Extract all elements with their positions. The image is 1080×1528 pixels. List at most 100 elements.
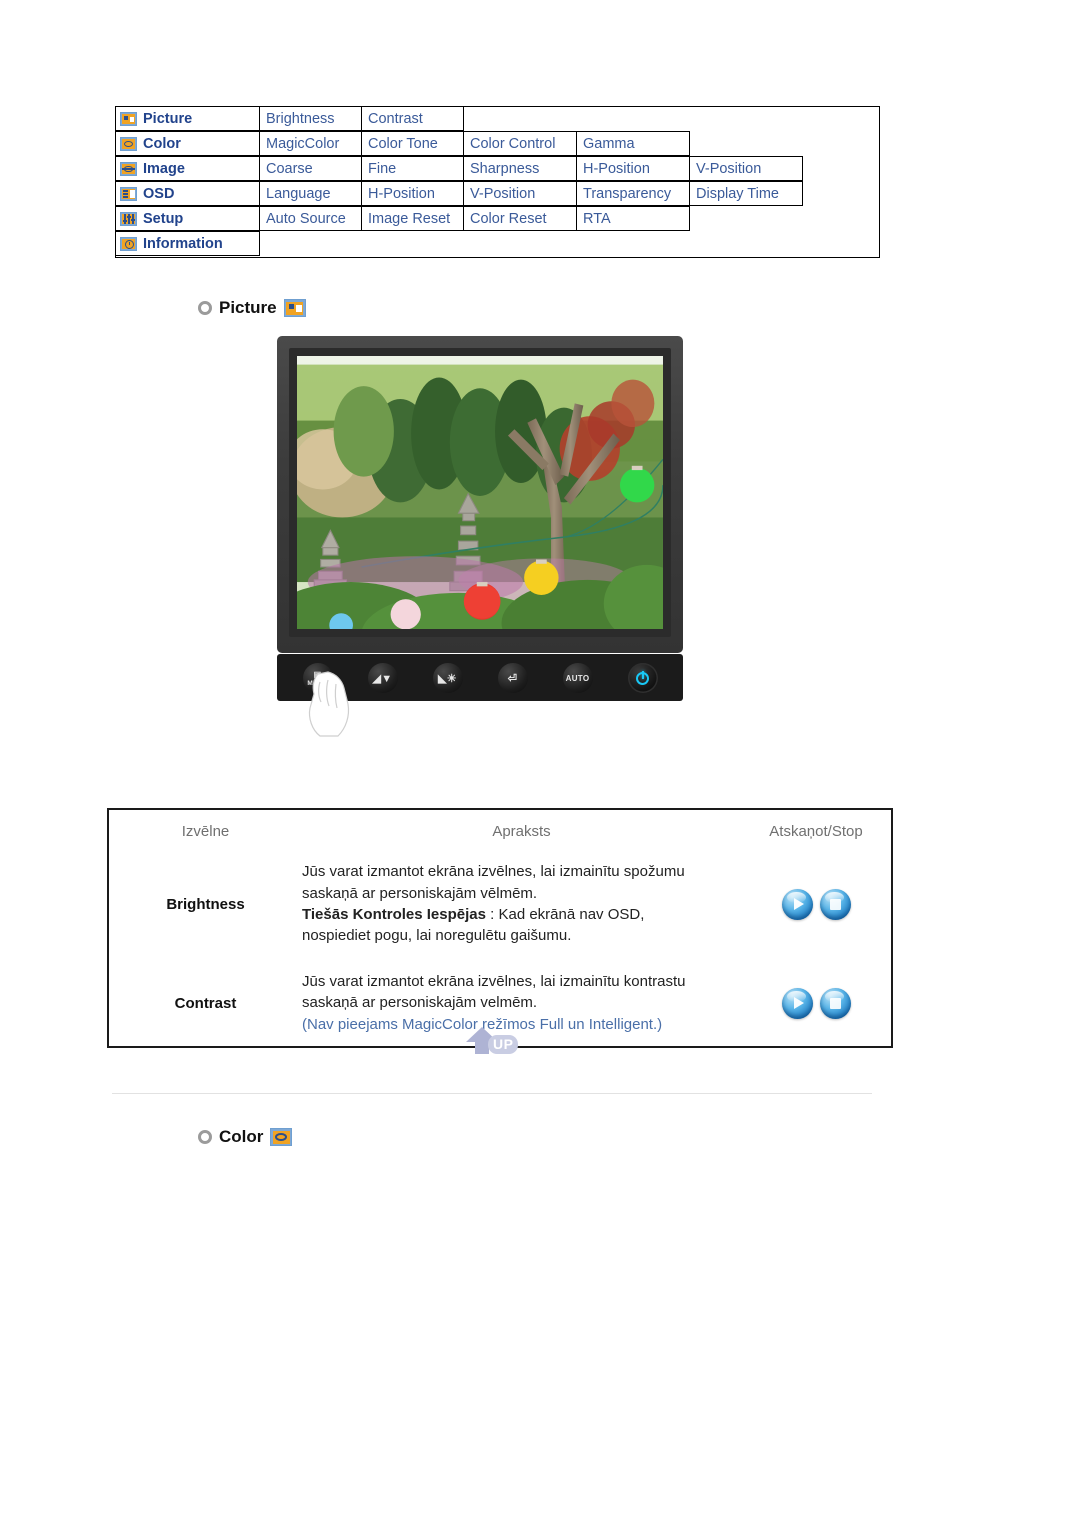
- auto-button[interactable]: AUTO: [562, 663, 593, 693]
- picture-icon: [120, 111, 137, 126]
- power-button[interactable]: [627, 663, 658, 693]
- down-arrow-icon: ◢▼: [372, 672, 393, 685]
- monitor-button-row: ▤ MENU ◢▼ ◣☀ ⏎ AUTO: [285, 658, 675, 698]
- menu-item-color-tone[interactable]: Color Tone: [361, 131, 464, 156]
- down-button[interactable]: ◢▼: [367, 663, 398, 693]
- desc-line: nospiediet pogu, lai noregulētu gaišumu.: [302, 927, 572, 945]
- menu-item-contrast[interactable]: Contrast: [361, 106, 464, 131]
- menu-group-label: Picture: [143, 110, 193, 127]
- play-icon[interactable]: [781, 888, 813, 920]
- menu-item-magiccolor[interactable]: MagicColor: [259, 131, 362, 156]
- section-divider: [112, 1093, 872, 1094]
- table-row: OSD Language H-Position V-Position Trans…: [115, 181, 879, 207]
- table-row: Brightness Jūs varat izmantot ekrāna izv…: [109, 848, 891, 960]
- bullet-icon: [198, 1130, 212, 1144]
- monitor-inner-frame: [289, 348, 671, 637]
- desc-line-tail: : Kad ekrānā nav OSD,: [485, 906, 645, 923]
- table-header-row: Izvēlne Apraksts Atskaņot/Stop: [109, 810, 891, 848]
- osd-icon: [120, 186, 137, 201]
- monitor-control-panel: ▤ MENU ◢▼ ◣☀ ⏎ AUTO: [277, 654, 683, 737]
- menu-group-osd[interactable]: OSD: [115, 181, 260, 206]
- brightness-up-icon: ◣☀: [438, 672, 457, 685]
- row-spacer: [464, 107, 879, 132]
- column-header-description: Apraksts: [492, 822, 551, 840]
- information-icon: [120, 236, 137, 251]
- menu-group-image[interactable]: Image: [115, 156, 260, 181]
- menu-group-picture[interactable]: Picture: [115, 106, 260, 131]
- row-spacer: [260, 232, 879, 257]
- menu-group-color[interactable]: Color: [115, 131, 260, 156]
- up-button-label: UP: [488, 1035, 519, 1054]
- stop-icon[interactable]: [819, 888, 851, 920]
- menu-item-transparency[interactable]: Transparency: [576, 181, 690, 206]
- garden-photo: [297, 356, 663, 629]
- desc-line: saskaņā ar personiskajām velmēm.: [302, 994, 538, 1012]
- menu-bars-icon: ▤: [313, 670, 322, 679]
- menu-item-auto-source[interactable]: Auto Source: [259, 206, 362, 231]
- menu-item-color-reset[interactable]: Color Reset: [463, 206, 577, 231]
- menu-group-information[interactable]: Information: [115, 231, 260, 256]
- power-icon: [636, 670, 649, 685]
- description-table: Izvēlne Apraksts Atskaņot/Stop Brightnes…: [107, 808, 893, 1048]
- row-label-brightness: Brightness: [166, 895, 245, 913]
- row-description-brightness: Jūs varat izmantot ekrāna izvēlnes, lai …: [302, 861, 741, 946]
- stop-icon[interactable]: [819, 987, 851, 1019]
- osd-menu-map-table: Picture Brightness Contrast Color MagicC…: [115, 106, 880, 258]
- menu-item-image-reset[interactable]: Image Reset: [361, 206, 464, 231]
- menu-item-osd-v-position[interactable]: V-Position: [463, 181, 577, 206]
- menu-group-label: Color: [143, 135, 181, 152]
- menu-item-h-position[interactable]: H-Position: [576, 156, 690, 181]
- column-header-playstop: Atskaņot/Stop: [769, 822, 863, 840]
- up-button[interactable]: UP: [466, 1027, 530, 1059]
- play-icon[interactable]: [781, 987, 813, 1019]
- menu-item-rta[interactable]: RTA: [576, 206, 690, 231]
- row-spacer: [803, 157, 879, 182]
- menu-button[interactable]: ▤ MENU: [302, 663, 333, 693]
- playstop-cell: [741, 987, 891, 1019]
- menu-group-label: OSD: [143, 185, 175, 202]
- menu-item-language[interactable]: Language: [259, 181, 362, 206]
- table-row: Picture Brightness Contrast: [115, 106, 879, 132]
- enter-button[interactable]: ⏎: [497, 663, 528, 693]
- row-spacer: [690, 132, 879, 157]
- monitor-bezel: [277, 336, 683, 653]
- column-header-menu: Izvēlne: [181, 822, 230, 840]
- brightness-button[interactable]: ◣☀: [432, 663, 463, 693]
- table-row: Information: [115, 231, 879, 257]
- desc-line: saskaņā ar personiskajām vēlmēm.: [302, 884, 538, 902]
- row-spacer: [690, 207, 879, 232]
- monitor-screen: [297, 356, 663, 629]
- up-arrow-stem: [475, 1041, 489, 1054]
- table-row: Image Coarse Fine Sharpness H-Position V…: [115, 156, 879, 182]
- menu-item-coarse[interactable]: Coarse: [259, 156, 362, 181]
- menu-item-fine[interactable]: Fine: [361, 156, 464, 181]
- playstop-cell: [741, 888, 891, 920]
- picture-icon: [283, 299, 306, 317]
- table-row: Color MagicColor Color Tone Color Contro…: [115, 131, 879, 157]
- auto-label: AUTO: [565, 673, 590, 683]
- section-heading-color: Color: [198, 1127, 293, 1147]
- menu-item-gamma[interactable]: Gamma: [576, 131, 690, 156]
- desc-line: Jūs varat izmantot ekrāna izvēlnes, lai …: [302, 973, 686, 991]
- desc-line: Jūs varat izmantot ekrāna izvēlnes, lai …: [302, 863, 685, 881]
- page-title: Color: [219, 1127, 264, 1146]
- row-description-contrast: Jūs varat izmantot ekrāna izvēlnes, lai …: [302, 971, 741, 1035]
- menu-item-sharpness[interactable]: Sharpness: [463, 156, 577, 181]
- menu-group-label: Image: [143, 160, 185, 177]
- row-spacer: [803, 182, 879, 207]
- menu-group-setup[interactable]: Setup: [115, 206, 260, 231]
- enter-icon: ⏎: [507, 672, 518, 685]
- table-row: Setup Auto Source Image Reset Color Rese…: [115, 206, 879, 232]
- color-icon: [120, 136, 137, 151]
- row-label-contrast: Contrast: [174, 994, 237, 1012]
- menu-item-v-position[interactable]: V-Position: [689, 156, 803, 181]
- menu-item-osd-h-position[interactable]: H-Position: [361, 181, 464, 206]
- menu-group-label: Setup: [143, 210, 184, 227]
- menu-item-display-time[interactable]: Display Time: [689, 181, 803, 206]
- section-heading-picture: Picture: [198, 298, 306, 318]
- bullet-icon: [198, 301, 212, 315]
- menu-group-label: Information: [143, 235, 223, 252]
- color-icon: [270, 1128, 293, 1146]
- menu-item-color-control[interactable]: Color Control: [463, 131, 577, 156]
- menu-item-brightness[interactable]: Brightness: [259, 106, 362, 131]
